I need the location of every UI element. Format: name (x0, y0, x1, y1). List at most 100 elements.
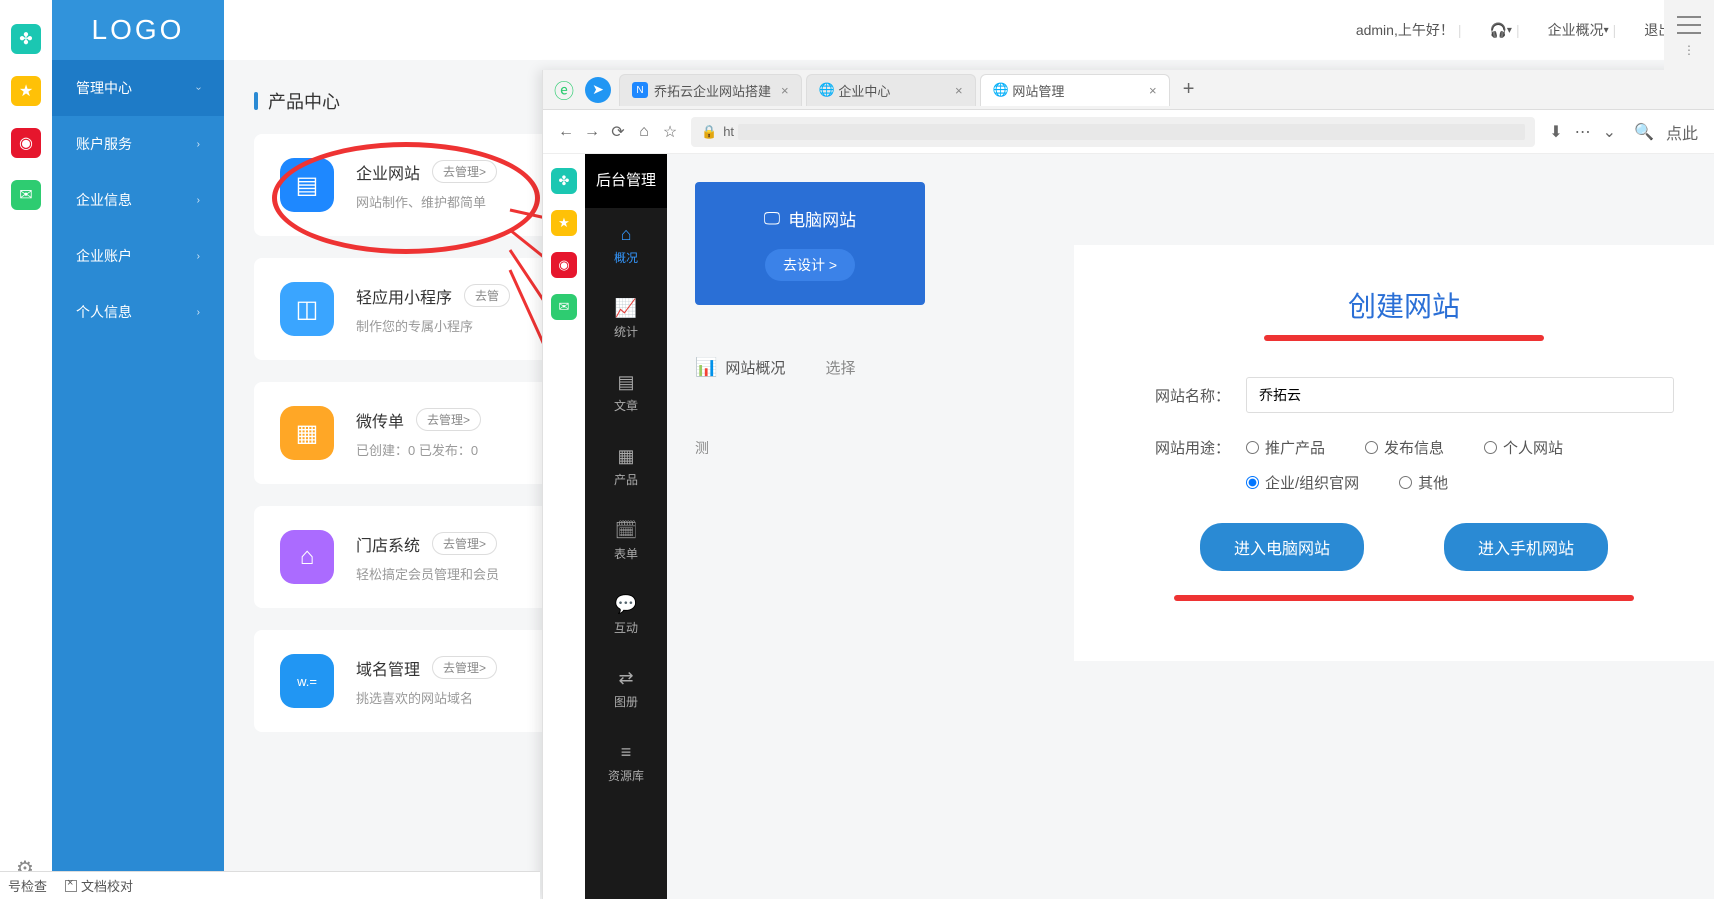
mail-icon[interactable]: ✉ (11, 180, 41, 210)
enter-pc-button[interactable]: 进入电脑网站 (1200, 523, 1364, 571)
close-icon[interactable]: × (771, 83, 789, 98)
radio-other[interactable]: 其他 (1399, 472, 1448, 493)
tab-label: 乔拓云企业网站搭建 (654, 81, 771, 100)
search-icon[interactable]: 🔍 (1634, 122, 1654, 142)
chevron-right-icon: › (197, 307, 200, 318)
backend-title: 后台管理 (585, 154, 667, 208)
expand-icon[interactable]: ⌄ (1603, 122, 1616, 142)
tab-label: 企业中心 (838, 81, 890, 100)
manage-button[interactable]: 去管理> (416, 408, 481, 431)
tab-label: 网站管理 (1012, 81, 1064, 100)
manage-button[interactable]: 去管理> (432, 532, 497, 555)
url-input[interactable]: 🔒 ht (691, 117, 1535, 147)
overlay-mini-sidebar: ✤ ★ ◉ ✉ (543, 154, 585, 899)
url-text: ht (723, 124, 734, 139)
download-icon[interactable]: ⬇ (1549, 122, 1562, 142)
sidebar-item-personal-info[interactable]: 个人信息 › (52, 284, 224, 340)
bnav-resource[interactable]: ≡资源库 (585, 726, 667, 800)
overview-link[interactable]: 企业概况 ▾ (1548, 20, 1609, 40)
overview-title: 网站概况 (725, 357, 785, 378)
tab-qiaotuoyun[interactable]: N 乔拓云企业网站搭建 × (619, 74, 802, 106)
sidebar-item-account-service[interactable]: 账户服务 › (52, 116, 224, 172)
card-title-text: 企业网站 (356, 160, 420, 184)
sidebar-item-company-account[interactable]: 企业账户 › (52, 228, 224, 284)
headset-icon[interactable]: 🎧 ▾ (1489, 22, 1511, 39)
logo: LOGO (52, 0, 224, 60)
browser-logo-icon[interactable]: ⓔ (551, 77, 577, 103)
radio-org[interactable]: 企业/组织官网 (1246, 472, 1359, 493)
radio-personal[interactable]: 个人网站 (1484, 437, 1563, 458)
home-icon: ⌂ (585, 224, 667, 245)
close-icon[interactable]: × (1139, 83, 1157, 98)
sidebar-item-company-info[interactable]: 企业信息 › (52, 172, 224, 228)
bnav-overview[interactable]: ⌂概况 (585, 208, 667, 282)
weibo-icon[interactable]: ◉ (551, 252, 577, 278)
bnav-stats[interactable]: 📈统计 (585, 282, 667, 356)
weibo-icon[interactable]: ◉ (11, 128, 41, 158)
card-title-text: 微传单 (356, 408, 404, 432)
main-sidebar: LOGO 管理中心 › 账户服务 › 企业信息 › 企业账户 › 个人信息 › (52, 0, 224, 899)
url-blur (738, 124, 1525, 140)
tab-enterprise-center[interactable]: 🌐 企业中心 × (806, 74, 976, 106)
status-proof[interactable]: 文档校对 (65, 876, 151, 895)
right-edge-menu[interactable]: ⋮ (1664, 0, 1714, 70)
miniapp-icon: ◫ (280, 282, 334, 336)
enter-mobile-button[interactable]: 进入手机网站 (1444, 523, 1608, 571)
sidebar-item-label: 管理中心 (76, 78, 132, 98)
bnav-album[interactable]: ⇄图册 (585, 652, 667, 726)
more-icon[interactable]: ⋯ (1575, 122, 1591, 142)
database-icon: ≡ (585, 742, 667, 763)
left-mini-sidebar: ✤ ★ ◉ ✉ ⚙ (0, 0, 52, 899)
bnav-product[interactable]: ▦产品 (585, 430, 667, 504)
star-icon[interactable]: ★ (11, 76, 41, 106)
doc-icon: ▤ (585, 372, 667, 393)
new-tab-button[interactable]: + (1174, 78, 1204, 101)
status-bar: 号检查 文档校对 (0, 871, 540, 899)
chevron-down-icon: › (193, 86, 204, 89)
card-title-text: 域名管理 (356, 656, 420, 680)
sidebar-item-label: 账户服务 (76, 134, 132, 154)
chevron-right-icon: › (197, 139, 200, 150)
forward-icon[interactable]: → (579, 123, 605, 141)
topbar: admin,上午好！ | 🎧 ▾ | 企业概况 ▾ | 退出 ⇥ (224, 0, 1714, 60)
chevron-right-icon: › (197, 251, 200, 262)
status-check[interactable]: 号检查 (8, 876, 47, 895)
domain-icon: w.= (280, 654, 334, 708)
site-name-input[interactable] (1246, 377, 1674, 413)
radio-publish[interactable]: 发布信息 (1365, 437, 1444, 458)
create-title: 创建网站 (1134, 285, 1674, 325)
back-icon[interactable]: ← (553, 123, 579, 141)
star-icon[interactable]: ☆ (657, 122, 683, 142)
telegram-icon[interactable]: ➤ (585, 77, 611, 103)
pc-site-card: 🖵 电脑网站 去设计 > (695, 182, 925, 305)
pc-card-label: 电脑网站 (788, 206, 856, 231)
mail-icon[interactable]: ✉ (551, 294, 577, 320)
calendar-icon: 🗓 (585, 520, 667, 541)
site-use-label: 网站用途： (1134, 437, 1230, 458)
manage-button[interactable]: 去管理> (432, 160, 497, 183)
radio-promote[interactable]: 推广产品 (1246, 437, 1325, 458)
home-icon[interactable]: ⌂ (631, 123, 657, 141)
reload-icon[interactable]: ⟳ (605, 122, 631, 142)
manage-button[interactable]: 去管 (464, 284, 510, 307)
star-icon[interactable]: ★ (551, 210, 577, 236)
monitor-icon: 🖵 (764, 209, 780, 229)
sidebar-item-management[interactable]: 管理中心 › (52, 60, 224, 116)
tab-site-management[interactable]: 🌐 网站管理 × (980, 74, 1170, 106)
grid-icon: ▦ (585, 446, 667, 467)
bnav-interact[interactable]: 💬互动 (585, 578, 667, 652)
globe-icon: 🌐 (993, 82, 1009, 98)
globe-icon: 🌐 (819, 82, 835, 98)
clover-icon[interactable]: ✤ (551, 168, 577, 194)
manage-button[interactable]: 去管理> (432, 656, 497, 679)
chevron-right-icon: › (197, 195, 200, 206)
url-bar-row: ← → ⟳ ⌂ ☆ 🔒 ht ⬇ ⋯ ⌄ 🔍 点此 (543, 110, 1714, 154)
annotation-underline (1174, 595, 1634, 601)
search-hint: 点此 (1666, 120, 1698, 144)
bnav-form[interactable]: 🗓表单 (585, 504, 667, 578)
close-icon[interactable]: × (945, 83, 963, 98)
clover-icon[interactable]: ✤ (11, 24, 41, 54)
select-label[interactable]: 选择 (825, 357, 855, 378)
bnav-article[interactable]: ▤文章 (585, 356, 667, 430)
go-design-button[interactable]: 去设计 > (765, 249, 855, 281)
